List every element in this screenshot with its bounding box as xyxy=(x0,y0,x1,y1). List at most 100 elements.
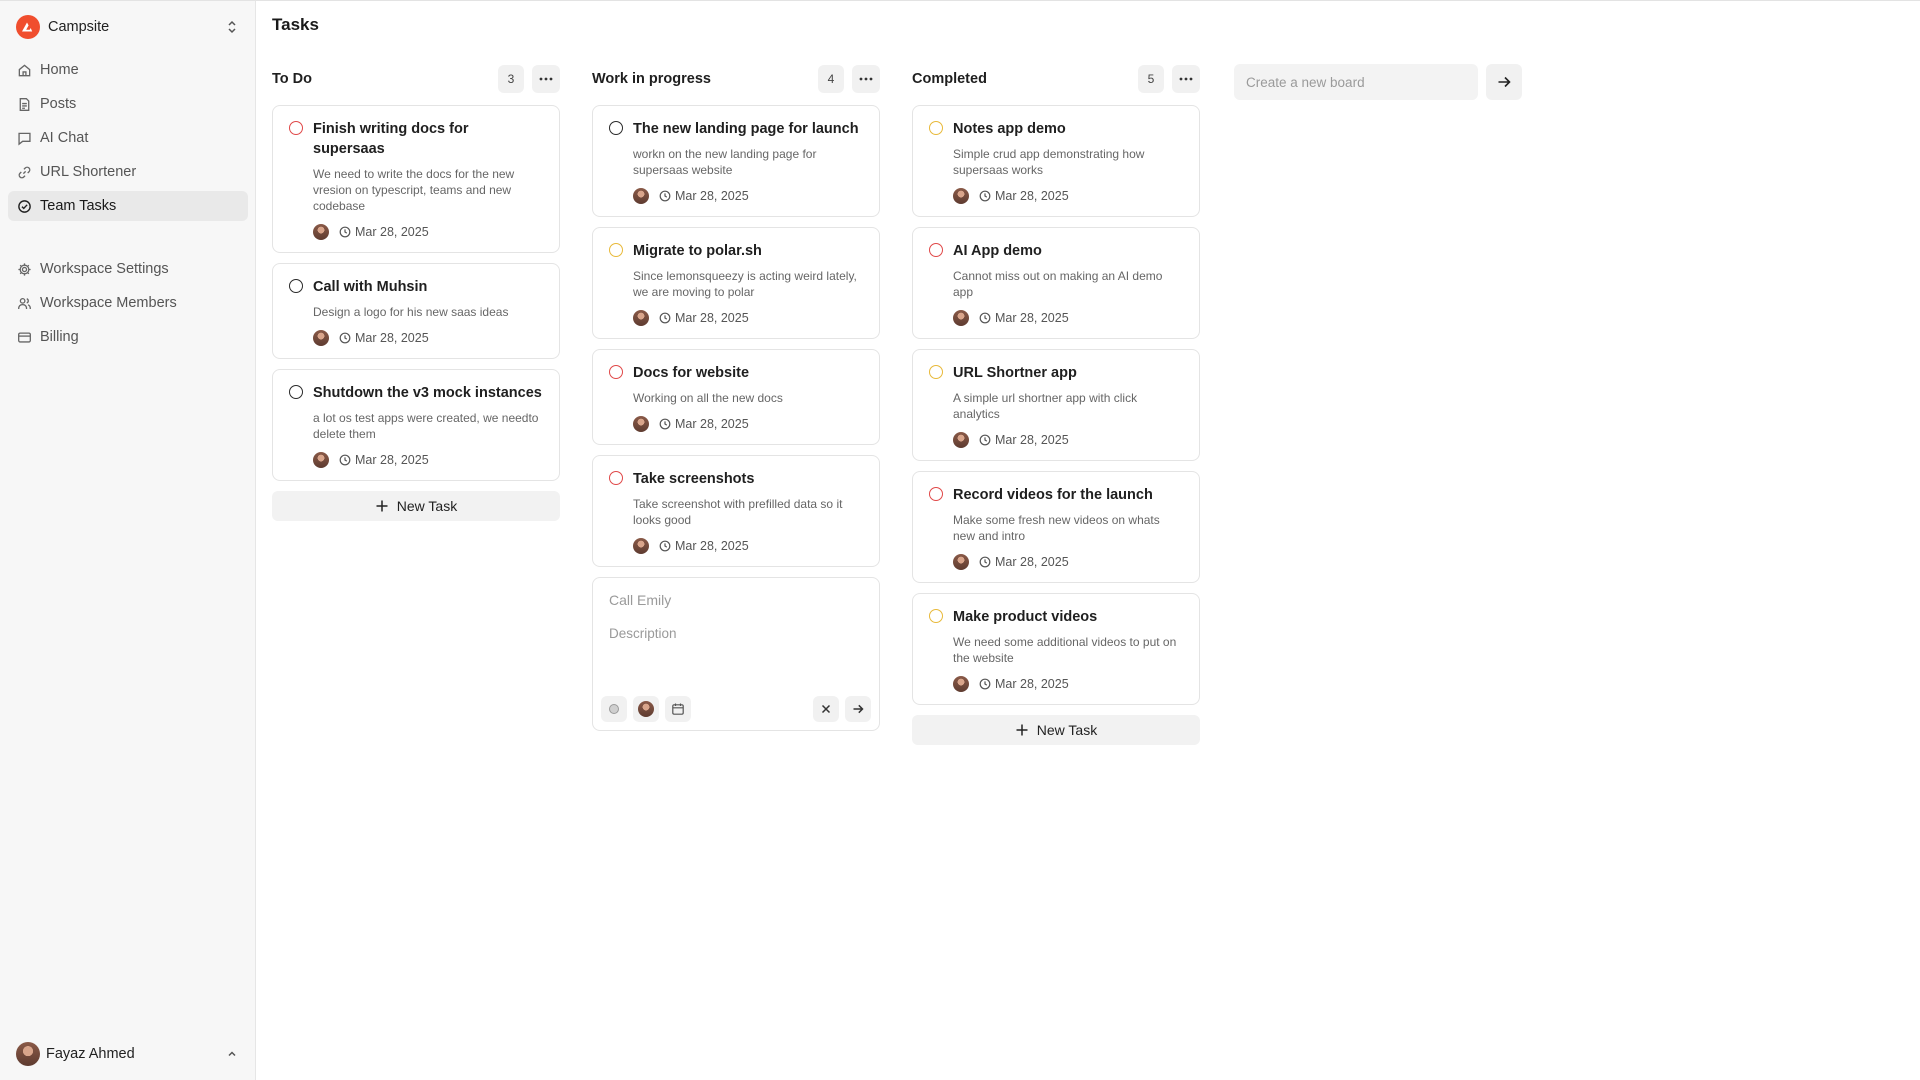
column-count-badge: 5 xyxy=(1138,65,1164,93)
task-title-input[interactable] xyxy=(609,590,863,610)
clock-icon xyxy=(979,434,991,446)
nav-label: Posts xyxy=(40,96,77,112)
task-card[interactable]: Docs for website Working on all the new … xyxy=(592,349,880,445)
status-circle-icon[interactable] xyxy=(609,121,623,135)
nav-item-url-shortener[interactable]: URL Shortener xyxy=(8,157,248,187)
assignee-avatar xyxy=(953,554,969,570)
check-circle-icon xyxy=(16,198,32,214)
task-card[interactable]: Shutdown the v3 mock instances a lot os … xyxy=(272,369,560,481)
task-description: Take screenshot with prefilled data so i… xyxy=(633,497,843,527)
primary-nav: Home Posts AI Chat URL Shortener Team Ta… xyxy=(8,55,248,225)
chat-icon xyxy=(16,130,32,146)
task-card[interactable]: Call with Muhsin Design a logo for his n… xyxy=(272,263,560,359)
nav-item-ai-chat[interactable]: AI Chat xyxy=(8,123,248,153)
status-circle-icon[interactable] xyxy=(289,121,303,135)
nav-item-team-tasks[interactable]: Team Tasks xyxy=(8,191,248,221)
nav-item-home[interactable]: Home xyxy=(8,55,248,85)
task-description: A simple url shortner app with click ana… xyxy=(953,391,1138,421)
clock-icon xyxy=(659,312,671,324)
status-circle-icon[interactable] xyxy=(929,365,943,379)
more-options-button[interactable] xyxy=(532,65,560,93)
new-task-label: New Task xyxy=(1036,722,1098,738)
status-circle-icon[interactable] xyxy=(929,609,943,623)
task-description: Cannot miss out on making an AI demo app xyxy=(953,269,1163,299)
column-header: Work in progress 4 xyxy=(592,63,880,95)
cancel-button[interactable] xyxy=(813,696,839,722)
document-icon xyxy=(16,96,32,112)
task-card[interactable]: Finish writing docs for supersaas We nee… xyxy=(272,105,560,253)
status-circle-icon[interactable] xyxy=(929,243,943,257)
status-circle-icon[interactable] xyxy=(609,471,623,485)
create-board-button[interactable] xyxy=(1486,64,1522,100)
status-circle-icon[interactable] xyxy=(929,487,943,501)
nav-item-billing[interactable]: Billing xyxy=(8,322,248,352)
task-date: Mar 28, 2025 xyxy=(995,555,1069,569)
status-circle-icon[interactable] xyxy=(289,279,303,293)
task-card[interactable]: Take screenshots Take screenshot with pr… xyxy=(592,455,880,567)
task-card[interactable]: Make product videos We need some additio… xyxy=(912,593,1200,705)
user-name: Fayaz Ahmed xyxy=(46,1046,135,1062)
workspace-switcher[interactable]: Campsite xyxy=(16,14,240,40)
task-title: Make product videos xyxy=(953,609,1098,625)
submit-button[interactable] xyxy=(845,696,871,722)
task-card[interactable]: Migrate to polar.sh Since lemonsqueezy i… xyxy=(592,227,880,339)
task-card[interactable]: The new landing page for launch workn on… xyxy=(592,105,880,217)
status-circle-icon[interactable] xyxy=(609,243,623,257)
plus-icon xyxy=(375,499,389,513)
column-header: To Do 3 xyxy=(272,63,560,95)
task-title: Finish writing docs for supersaas xyxy=(313,121,469,157)
task-card[interactable]: Notes app demo Simple crud app demonstra… xyxy=(912,105,1200,217)
task-card[interactable]: URL Shortner app A simple url shortner a… xyxy=(912,349,1200,461)
new-task-form xyxy=(592,577,880,731)
nav-label: Team Tasks xyxy=(40,198,117,214)
task-title: Record videos for the launch xyxy=(953,487,1153,503)
more-horizontal-icon xyxy=(859,77,873,81)
user-menu[interactable]: Fayaz Ahmed xyxy=(16,1040,240,1068)
clock-icon xyxy=(979,312,991,324)
status-circle-icon[interactable] xyxy=(609,365,623,379)
task-title: Take screenshots xyxy=(633,471,755,487)
more-options-button[interactable] xyxy=(852,65,880,93)
assignee-avatar xyxy=(313,224,329,240)
assignee-avatar xyxy=(633,310,649,326)
chevron-up-down-icon[interactable] xyxy=(224,19,240,35)
date-picker-button[interactable] xyxy=(665,696,691,722)
campsite-logo-icon xyxy=(16,15,40,39)
assignee-picker-button[interactable] xyxy=(633,696,659,722)
status-circle-icon[interactable] xyxy=(289,385,303,399)
assignee-avatar xyxy=(313,452,329,468)
status-dot-icon xyxy=(609,704,619,714)
users-icon xyxy=(16,295,32,311)
gear-icon xyxy=(16,261,32,277)
credit-card-icon xyxy=(16,329,32,345)
task-description: Simple crud app demonstrating how supers… xyxy=(953,147,1145,177)
new-task-button[interactable]: New Task xyxy=(912,715,1200,745)
nav-label: Billing xyxy=(40,329,79,345)
clock-icon xyxy=(659,418,671,430)
more-options-button[interactable] xyxy=(1172,65,1200,93)
workspace-name: Campsite xyxy=(48,19,110,35)
task-card[interactable]: Record videos for the launch Make some f… xyxy=(912,471,1200,583)
column-to-do: To Do 3 Finish writing docs for supersaa… xyxy=(272,63,560,521)
task-title: AI App demo xyxy=(953,243,1042,259)
assignee-avatar xyxy=(953,188,969,204)
avatar xyxy=(16,1042,40,1066)
status-picker-button[interactable] xyxy=(601,696,627,722)
clock-icon xyxy=(339,226,351,238)
nav-item-workspace-members[interactable]: Workspace Members xyxy=(8,288,248,318)
nav-item-posts[interactable]: Posts xyxy=(8,89,248,119)
task-description: a lot os test apps were created, we need… xyxy=(313,411,539,441)
new-board-input[interactable] xyxy=(1234,64,1478,100)
task-description-input[interactable] xyxy=(609,626,863,666)
task-description: Design a logo for his new saas ideas xyxy=(313,305,509,319)
task-card[interactable]: AI App demo Cannot miss out on making an… xyxy=(912,227,1200,339)
new-task-button[interactable]: New Task xyxy=(272,491,560,521)
status-circle-icon[interactable] xyxy=(929,121,943,135)
nav-item-workspace-settings[interactable]: Workspace Settings xyxy=(8,254,248,284)
column-header: Completed 5 xyxy=(912,63,1200,95)
task-date: Mar 28, 2025 xyxy=(355,453,429,467)
calendar-icon xyxy=(672,703,684,715)
plus-icon xyxy=(1015,723,1029,737)
chevron-up-icon[interactable] xyxy=(224,1046,240,1062)
task-date: Mar 28, 2025 xyxy=(995,677,1069,691)
